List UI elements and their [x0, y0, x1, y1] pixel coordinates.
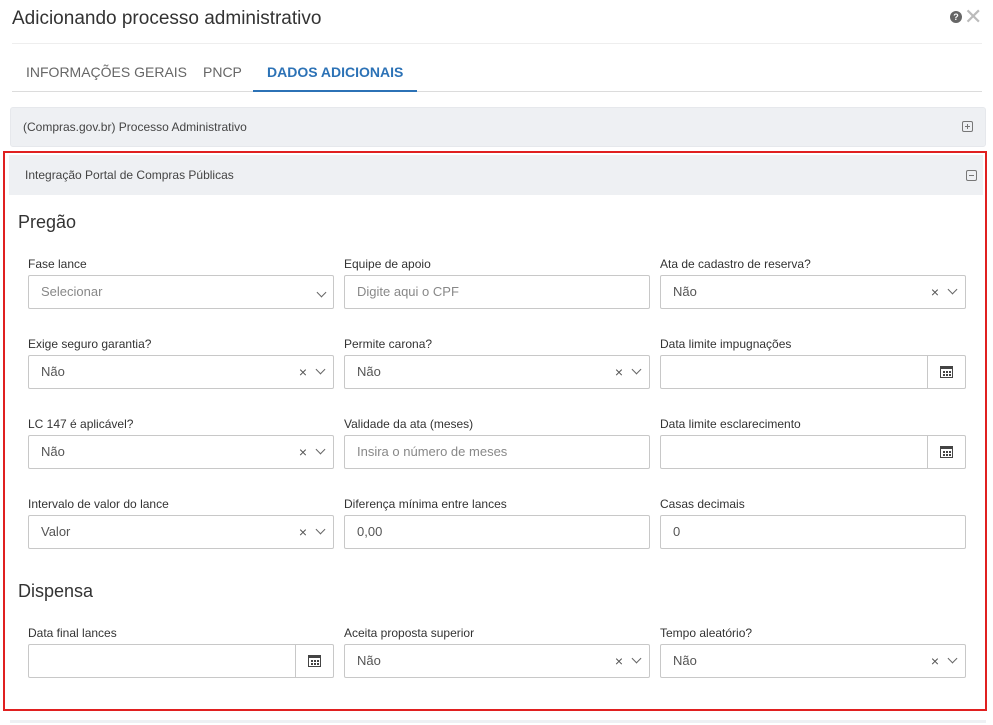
field-label: Intervalo de valor do lance	[28, 497, 169, 511]
select-value: Não	[41, 444, 65, 459]
tempo-aleatorio-select[interactable]: Não ×	[660, 644, 966, 678]
clear-icon[interactable]: ×	[299, 436, 307, 468]
validade-ata-input[interactable]: Insira o número de meses	[344, 435, 650, 469]
clear-icon[interactable]: ×	[931, 645, 939, 677]
chevron-down-icon	[947, 653, 958, 664]
question-circle-icon[interactable]: ?	[950, 11, 962, 23]
tab-informacoes-gerais[interactable]: INFORMAÇÕES GERAIS	[12, 54, 201, 92]
expand-plus-icon[interactable]	[962, 121, 973, 132]
select-value: Não	[357, 653, 381, 668]
panel-integracao-portal: Integração Portal de Compras Públicas Pr…	[3, 151, 987, 711]
panel-compras-gov-header[interactable]: (Compras.gov.br) Processo Administrativo	[10, 107, 986, 147]
field-label: Aceita proposta superior	[344, 626, 475, 640]
field-label: Tempo aleatório?	[660, 626, 753, 640]
calendar-icon	[940, 366, 953, 378]
field-label: Validade da ata (meses)	[344, 417, 474, 431]
field-label: Data limite impugnações	[660, 337, 792, 351]
select-value: Valor	[41, 524, 71, 539]
field-label: LC 147 é aplicável?	[28, 417, 134, 431]
calendar-icon	[308, 655, 321, 667]
lc147-aplicavel-select[interactable]: Não ×	[28, 435, 334, 469]
calendar-icon	[940, 446, 953, 458]
calendar-button[interactable]	[927, 436, 965, 468]
aceita-proposta-superior-select[interactable]: Não ×	[344, 644, 650, 678]
dialog-title: Adicionando processo administrativo	[12, 8, 322, 29]
diferenca-minima-lances-input[interactable]: 0,00	[344, 515, 650, 549]
chevron-down-icon	[315, 364, 326, 375]
clear-icon[interactable]: ×	[299, 356, 307, 388]
field-label: Data final lances	[28, 626, 117, 640]
next-panel-edge	[10, 720, 986, 723]
close-icon[interactable]: ✕	[964, 6, 982, 28]
collapse-minus-icon[interactable]	[966, 170, 977, 181]
chevron-down-icon	[631, 653, 642, 664]
ata-cadastro-reserva-select[interactable]: Não ×	[660, 275, 966, 309]
panel-integracao-header[interactable]: Integração Portal de Compras Públicas	[9, 155, 983, 195]
select-value: Não	[357, 364, 381, 379]
chevron-down-icon	[315, 444, 326, 455]
casas-decimais-input[interactable]: 0	[660, 515, 966, 549]
chevron-down-icon	[631, 364, 642, 375]
tab-pncp[interactable]: PNCP	[189, 54, 256, 92]
dialog-header: Adicionando processo administrativo ? ✕	[0, 0, 993, 44]
clear-icon[interactable]: ×	[615, 356, 623, 388]
tab-bar: INFORMAÇÕES GERAIS PNCP DADOS ADICIONAIS	[12, 54, 982, 92]
data-limite-esclarecimento-input[interactable]	[660, 435, 966, 469]
data-limite-impugnacoes-input[interactable]	[660, 355, 966, 389]
clear-icon[interactable]: ×	[299, 516, 307, 548]
panel-title: (Compras.gov.br) Processo Administrativo	[23, 120, 247, 134]
data-final-lances-input[interactable]	[28, 644, 334, 678]
field-label: Exige seguro garantia?	[28, 337, 152, 351]
permite-carona-select[interactable]: Não ×	[344, 355, 650, 389]
intervalo-valor-lance-select[interactable]: Valor ×	[28, 515, 334, 549]
section-title-dispensa: Dispensa	[18, 581, 94, 601]
clear-icon[interactable]: ×	[931, 276, 939, 308]
select-value: Não	[673, 284, 697, 299]
field-label: Data limite esclarecimento	[660, 417, 801, 431]
field-label: Equipe de apoio	[344, 257, 431, 271]
tab-dados-adicionais[interactable]: DADOS ADICIONAIS	[253, 54, 418, 92]
select-value: Não	[41, 364, 65, 379]
section-title-pregao: Pregão	[18, 212, 77, 232]
panel-title: Integração Portal de Compras Públicas	[25, 168, 234, 182]
header-divider	[12, 43, 982, 44]
fase-lance-select[interactable]: Selecionar	[28, 275, 334, 309]
clear-icon[interactable]: ×	[615, 645, 623, 677]
field-label: Casas decimais	[660, 497, 745, 511]
exige-seguro-garantia-select[interactable]: Não ×	[28, 355, 334, 389]
calendar-button[interactable]	[927, 356, 965, 388]
select-value: Não	[673, 653, 697, 668]
calendar-button[interactable]	[295, 645, 333, 677]
field-label: Diferença mínima entre lances	[344, 497, 507, 511]
equipe-apoio-input[interactable]: Digite aqui o CPF	[344, 275, 650, 309]
chevron-down-icon	[947, 284, 958, 295]
chevron-down-icon	[315, 524, 326, 535]
field-label: Fase lance	[28, 257, 87, 271]
field-label: Ata de cadastro de reserva?	[660, 257, 811, 271]
field-label: Permite carona?	[344, 337, 433, 351]
